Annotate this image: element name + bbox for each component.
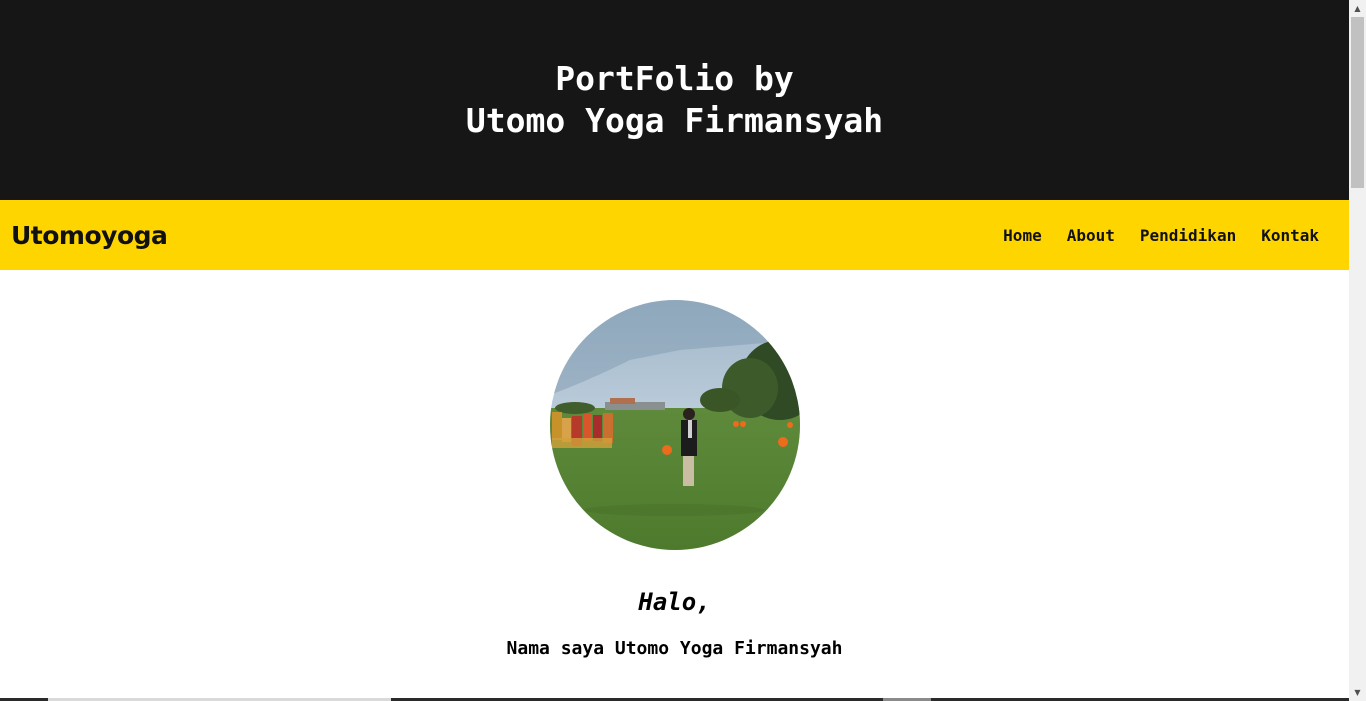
nav-link-about[interactable]: About bbox=[1067, 226, 1115, 245]
vertical-scrollbar[interactable]: ▲ ▼ bbox=[1349, 0, 1366, 701]
profile-photo bbox=[549, 300, 800, 550]
page: PortFolio by Utomo Yoga Firmansyah Utomo… bbox=[0, 0, 1349, 701]
triangle-down-icon: ▼ bbox=[1354, 688, 1361, 697]
triangle-up-icon: ▲ bbox=[1354, 4, 1361, 13]
brand-logo-link[interactable]: Utomoyoga bbox=[11, 221, 168, 250]
nav-link-kontak[interactable]: Kontak bbox=[1261, 226, 1319, 245]
scroll-up-arrow[interactable]: ▲ bbox=[1349, 0, 1366, 17]
scroll-down-arrow[interactable]: ▼ bbox=[1349, 684, 1366, 701]
nav-links: Home About Pendidikan Kontak bbox=[1003, 226, 1319, 245]
hero-title-line-2: Utomo Yoga Firmansyah bbox=[465, 101, 884, 140]
scroll-thumb[interactable] bbox=[1351, 17, 1364, 188]
greeting-text: Halo, bbox=[638, 588, 711, 616]
nav-link-pendidikan[interactable]: Pendidikan bbox=[1140, 226, 1236, 245]
intro-text: Nama saya Utomo Yoga Firmansyah bbox=[506, 638, 843, 659]
nav-link-home[interactable]: Home bbox=[1003, 226, 1042, 245]
profile-section: Halo, Nama saya Utomo Yoga Firmansyah bbox=[0, 270, 1349, 659]
hero-banner: PortFolio by Utomo Yoga Firmansyah bbox=[0, 0, 1349, 200]
navbar: Utomoyoga Home About Pendidikan Kontak bbox=[0, 200, 1349, 270]
hero-title-line-1: PortFolio by bbox=[555, 59, 794, 98]
